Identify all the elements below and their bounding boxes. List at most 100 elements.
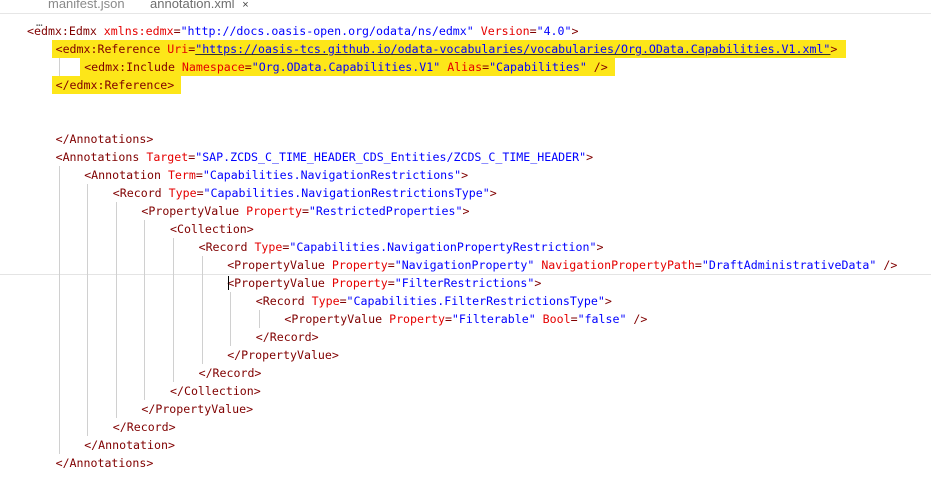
code-token: xmlns:edmx: [103, 24, 174, 38]
text-cursor: [228, 276, 230, 290]
code-token: "RestrictedProperties": [308, 204, 463, 218]
code-token: "Capabilities": [489, 60, 587, 74]
code-line[interactable]: </Annotations>: [56, 130, 154, 148]
code-token: =: [444, 312, 452, 326]
code-token: =: [694, 258, 702, 272]
tab-label: manifest.json: [48, 0, 125, 11]
indent-guide: [201, 256, 203, 364]
tab-label: annotation.xml: [150, 0, 235, 11]
code-token: "DraftAdministrativeData": [701, 258, 877, 272]
code-line[interactable]: </edmx:Reference>: [56, 76, 175, 94]
code-token: "FilterRestrictions": [394, 276, 535, 290]
code-token: Property: [331, 276, 388, 290]
code-token: <Record: [255, 294, 312, 308]
code-token: Property: [246, 204, 302, 218]
code-token: </PropertyValue>: [227, 348, 339, 362]
code-token: >: [462, 204, 470, 218]
code-line[interactable]: </Record>: [199, 364, 262, 382]
code-line[interactable]: </PropertyValue>: [227, 346, 339, 364]
code-line[interactable]: <edmx:Reference Uri="https://oasis-tcs.g…: [56, 40, 838, 58]
code-token: =: [387, 276, 395, 290]
code-token: "4.0": [536, 24, 572, 38]
tab-annotation-xml[interactable]: annotation.xml ×: [150, 0, 249, 14]
code-token: Bool: [542, 312, 571, 326]
code-token: </Record>: [198, 366, 262, 380]
code-token: <PropertyValue: [284, 312, 390, 326]
indent-guide: [58, 166, 60, 454]
code-token: >: [571, 24, 579, 38]
code-token: </edmx:Reference>: [55, 78, 175, 92]
indent-guide: [87, 184, 89, 436]
code-line[interactable]: <PropertyValue Property="RestrictedPrope…: [141, 202, 469, 220]
code-token: <PropertyValue: [227, 276, 332, 290]
code-token: <PropertyValue: [141, 204, 247, 218]
code-token: <edmx:Reference: [55, 42, 168, 56]
code-token: >: [534, 276, 542, 290]
code-token: <PropertyValue: [227, 258, 332, 272]
code-line[interactable]: </Record>: [113, 418, 176, 436]
code-line[interactable]: <Record Type="Capabilities.FilterRestric…: [256, 292, 612, 310]
code-token: "Capabilities.FilterRestrictionsType": [346, 294, 605, 308]
code-token: <Annotation: [84, 168, 168, 182]
code-token: </Annotations>: [55, 132, 154, 146]
code-line[interactable]: <Record Type="Capabilities.NavigationRes…: [113, 184, 497, 202]
code-line[interactable]: <edmx:Include Namespace="Org.OData.Capab…: [84, 58, 608, 76]
code-token: />: [586, 60, 608, 74]
code-token: "NavigationProperty": [394, 258, 535, 272]
code-token: =: [195, 168, 203, 182]
code-line[interactable]: </Record>: [256, 328, 319, 346]
code-line[interactable]: <PropertyValue Property="Filterable" Boo…: [284, 310, 647, 328]
code-editor[interactable]: <edmx:Edmx xmlns:edmx="http://docs.oasis…: [0, 22, 931, 493]
code-token: =: [196, 186, 204, 200]
tab-bar-divider: [0, 13, 931, 14]
code-token: Type: [254, 240, 283, 254]
indent-guide: [258, 310, 260, 328]
code-token: "http://docs.oasis-open.org/odata/ns/edm…: [180, 24, 474, 38]
indent-guide: [144, 220, 146, 400]
code-line[interactable]: <edmx:Edmx xmlns:edmx="http://docs.oasis…: [27, 22, 578, 40]
code-token: </Record>: [255, 330, 319, 344]
code-token: Target: [146, 150, 189, 164]
code-token: =: [570, 312, 578, 326]
code-line[interactable]: <Annotation Term="Capabilities.Navigatio…: [84, 166, 468, 184]
indent-guide: [230, 292, 232, 346]
code-token: <edmx:Include: [84, 60, 182, 74]
tab-manifest-json[interactable]: manifest.json: [48, 0, 125, 14]
code-token: "Filterable": [451, 312, 536, 326]
code-token: Namespace: [181, 60, 245, 74]
code-line[interactable]: </PropertyValue>: [141, 400, 253, 418]
code-token: "Capabilities.NavigationRestrictions": [202, 168, 462, 182]
code-token: </Annotation>: [84, 438, 175, 452]
code-line[interactable]: <Collection>: [170, 220, 254, 238]
code-token: </Collection>: [170, 384, 261, 398]
code-token: =: [173, 24, 181, 38]
code-line[interactable]: <Record Type="Capabilities.NavigationPro…: [199, 238, 604, 256]
code-token: "false": [577, 312, 627, 326]
code-line[interactable]: <PropertyValue Property="FilterRestricti…: [227, 274, 541, 292]
code-token: Term: [167, 168, 196, 182]
code-token: <edmx:Edmx: [27, 24, 104, 38]
code-token: >: [604, 294, 612, 308]
code-token: Type: [311, 294, 340, 308]
code-line[interactable]: </Annotation>: [84, 436, 175, 454]
code-token: Uri: [167, 42, 189, 56]
indent-guide: [58, 58, 60, 76]
code-token: Property: [331, 258, 388, 272]
code-token: </Annotations>: [55, 456, 154, 470]
code-line[interactable]: <Annotations Target="SAP.ZCDS_C_TIME_HEA…: [56, 148, 594, 166]
code-token: />: [626, 312, 648, 326]
editor-tab-bar: manifest.json annotation.xml ×: [0, 0, 931, 14]
code-line[interactable]: </Collection>: [170, 382, 261, 400]
close-icon[interactable]: ×: [242, 0, 248, 11]
code-line[interactable]: </Annotations>: [56, 454, 154, 472]
code-token: =: [387, 258, 395, 272]
code-token: Type: [168, 186, 197, 200]
code-token: >: [596, 240, 604, 254]
code-token: <Annotations: [55, 150, 147, 164]
code-token: Alias: [447, 60, 483, 74]
code-token: >: [830, 42, 838, 56]
code-line[interactable]: <PropertyValue Property="NavigationPrope…: [227, 256, 897, 274]
code-token: </PropertyValue>: [141, 402, 254, 416]
code-token: <Record: [112, 186, 169, 200]
